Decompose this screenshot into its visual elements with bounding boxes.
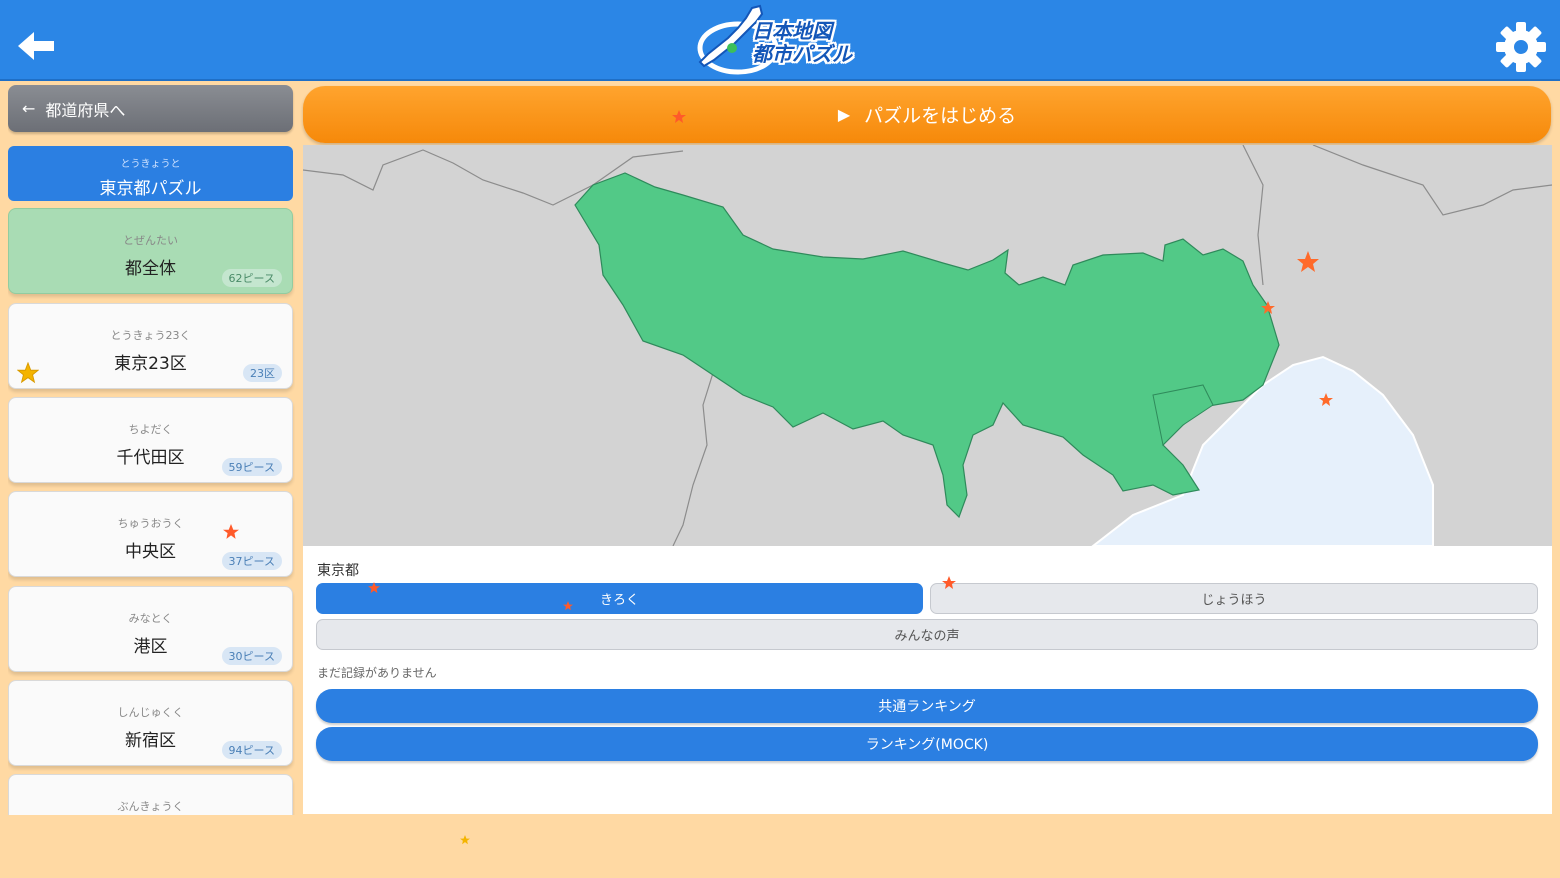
- back-to-prefectures-button[interactable]: ← 都道府県へ: [8, 85, 293, 132]
- panel-title: 東京都: [317, 563, 359, 579]
- sparkle-star-icon: [460, 835, 470, 845]
- puzzle-item-count: 23区: [243, 364, 282, 382]
- tab-info-label: じょうほう: [1201, 593, 1267, 608]
- puzzle-item-ruby: ちよだく: [128, 423, 173, 436]
- current-puzzle-ruby: とうきょうと: [120, 159, 181, 170]
- sparkle-star-icon: [563, 601, 573, 611]
- arrow-left-icon: [18, 32, 54, 60]
- app-logo: 日本地図 都市パズル: [694, 4, 866, 76]
- gear-icon: [1496, 22, 1546, 72]
- sparkle-star-icon: [672, 110, 686, 123]
- mock-ranking-button[interactable]: ランキング(MOCK): [316, 727, 1538, 761]
- tab-voices[interactable]: みんなの声: [316, 619, 1538, 650]
- info-panel: 東京都 きろく じょうほう みんなの声 まだ記録がありません 共通ランキング ラ…: [303, 546, 1552, 814]
- logo-line-1: 日本地図: [752, 19, 832, 43]
- no-record-text: まだ記録がありません: [317, 666, 437, 680]
- puzzle-item-ruby: みなとく: [128, 612, 173, 625]
- common-ranking-label: 共通ランキング: [878, 699, 976, 715]
- puzzle-item-count: 30ピース: [221, 647, 282, 665]
- logo-line-2: 都市パズル: [752, 42, 852, 66]
- puzzle-item-chiyoda[interactable]: ちよだく 千代田区 59ピース: [8, 397, 293, 483]
- sidebar: ← 都道府県へ とうきょうと 東京都パズル とぜんたい 都全体 62ピース とう…: [8, 85, 295, 815]
- tokyo-map-svg: [303, 145, 1552, 546]
- sparkle-star-icon: [368, 582, 380, 594]
- back-to-prefectures-label: 都道府県へ: [45, 100, 126, 120]
- mock-ranking-label: ランキング(MOCK): [865, 737, 989, 753]
- puzzle-item-count: 37ピース: [221, 552, 282, 570]
- current-puzzle-header: とうきょうと 東京都パズル: [8, 146, 293, 201]
- puzzle-item-chuo[interactable]: ちゅうおうく 中央区 37ピース: [8, 491, 293, 577]
- start-puzzle-button[interactable]: ▶ パズルをはじめる: [303, 86, 1551, 143]
- puzzle-item-count: 59ピース: [221, 458, 282, 476]
- puzzle-item-ruby: ちゅうおうく: [117, 517, 184, 530]
- puzzle-item-count: 94ピース: [221, 741, 282, 759]
- app-header: 日本地図 都市パズル: [0, 0, 1560, 81]
- puzzle-item-ruby: とうきょう23く: [110, 329, 191, 342]
- common-ranking-button[interactable]: 共通ランキング: [316, 689, 1538, 723]
- tab-voices-label: みんなの声: [894, 629, 960, 644]
- puzzle-item-bunkyo[interactable]: ぶんきょうく: [8, 774, 293, 815]
- current-puzzle-name: 東京都パズル: [99, 179, 202, 199]
- sparkle-star-icon: [223, 524, 239, 539]
- tab-record[interactable]: きろく: [316, 583, 923, 614]
- sparkle-star-icon: [942, 576, 956, 589]
- play-icon: ▶: [837, 105, 851, 124]
- puzzle-item-ruby: ぶんきょうく: [117, 800, 184, 813]
- tokyo-map[interactable]: [303, 145, 1552, 546]
- arrow-left-small-icon: ←: [22, 99, 36, 118]
- puzzle-item-whole-tokyo[interactable]: とぜんたい 都全体 62ピース: [8, 208, 293, 294]
- start-puzzle-label: パズルをはじめる: [864, 105, 1017, 127]
- puzzle-item-minato[interactable]: みなとく 港区 30ピース: [8, 586, 293, 672]
- puzzle-item-shinjuku[interactable]: しんじゅくく 新宿区 94ピース: [8, 680, 293, 766]
- star-icon: [17, 362, 39, 384]
- puzzle-item-ruby: とぜんたい: [123, 234, 178, 247]
- tab-info[interactable]: じょうほう: [930, 583, 1538, 614]
- logo-text: 日本地図 都市パズル: [752, 20, 852, 66]
- settings-button[interactable]: [1494, 20, 1548, 74]
- tab-record-label: きろく: [599, 593, 639, 608]
- puzzle-item-ruby: しんじゅくく: [117, 706, 184, 719]
- puzzle-item-count: 62ピース: [221, 269, 282, 287]
- back-button[interactable]: [14, 26, 58, 66]
- puzzle-item-tokyo-23[interactable]: とうきょう23く 東京23区 23区: [8, 303, 293, 389]
